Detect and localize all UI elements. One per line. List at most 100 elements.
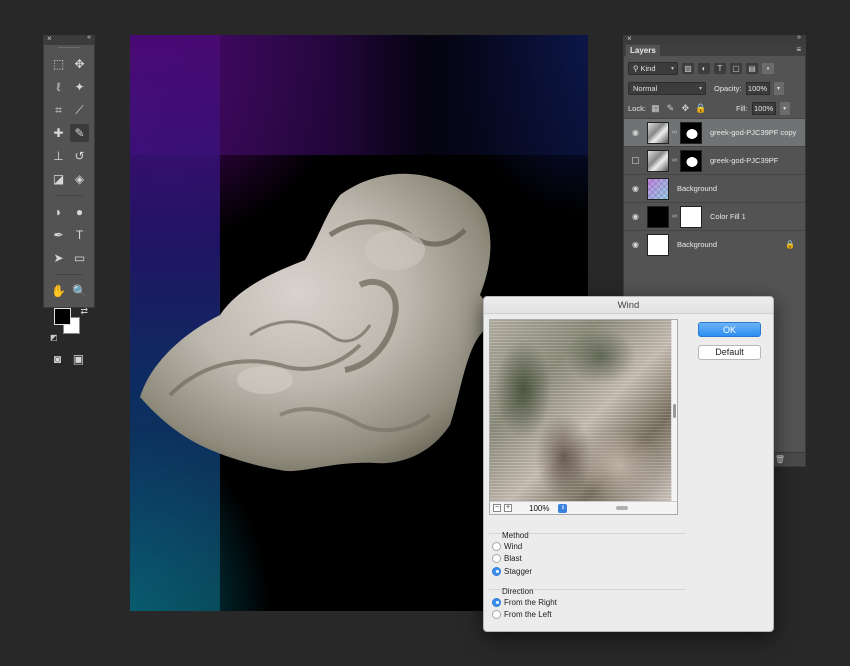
default-colors-icon[interactable]: ◩ <box>50 333 58 342</box>
move-tool-icon[interactable]: ✥ <box>70 55 89 73</box>
dodge-tool-icon[interactable]: ● <box>70 203 89 221</box>
lock-row: Lock: ▦ ✎ ✥ 🔒 Fill: 100% ▾ <box>624 98 805 118</box>
lock-all-icon[interactable]: 🔒 <box>695 103 706 114</box>
layer-name: greek-god-PJC39PF <box>710 156 779 165</box>
type-filter-icon[interactable]: T <box>714 62 726 74</box>
rectangle-tool-icon[interactable]: ▭ <box>70 249 89 267</box>
method-blast-radio[interactable]: Blast <box>489 553 686 566</box>
path-selection-tool-icon[interactable]: ➤ <box>49 249 68 267</box>
eye-icon[interactable]: ◉ <box>630 212 641 221</box>
blur-tool-icon[interactable]: ◗ <box>49 203 68 221</box>
screen-mode-icon[interactable]: ▣ <box>73 350 84 368</box>
swap-colors-icon[interactable]: ⇄ <box>80 306 88 317</box>
layer-row[interactable]: ∞ greek-god-PJC39PF <box>624 146 805 174</box>
history-brush-tool-icon[interactable]: ↺ <box>70 147 89 165</box>
lock-transparent-icon[interactable]: ▦ <box>650 103 661 114</box>
zoom-out-button[interactable]: − <box>493 504 501 512</box>
layer-row[interactable]: ◉ ∞ Color Fill 1 <box>624 202 805 230</box>
preview-vertical-scrollbar[interactable] <box>671 320 677 502</box>
tool-separator <box>55 195 83 196</box>
layer-thumbnail <box>647 121 669 144</box>
foreground-color-swatch[interactable] <box>54 308 71 325</box>
direction-left-radio[interactable]: From the Left <box>489 609 686 622</box>
filter-preview[interactable]: − + 100% ⇕ <box>489 319 678 515</box>
visibility-toggle[interactable] <box>632 157 639 164</box>
blend-row: Normal ▾ Opacity: 100% ▾ <box>624 78 805 98</box>
tools-panel-titlebar: × « <box>44 34 94 45</box>
tools-panel: × « ⬚ ✥ ℓ ✦ ⌗ ⟋ ✚ ✎ ⊥ ↺ ◪ ◈ ◗ ● ✒ T ➤ ▭ ✋ 🔍 ⇄ ◩ ◙ ▣ <box>43 34 95 366</box>
crop-tool-icon[interactable]: ⌗ <box>49 101 68 119</box>
lock-icon: 🔒 <box>785 240 795 249</box>
filter-toggle-icon[interactable]: • <box>762 62 774 74</box>
quick-mask-icon[interactable]: ◙ <box>54 350 61 368</box>
tool-separator <box>55 274 83 275</box>
tool-grid: ⬚ ✥ ℓ ✦ ⌗ ⟋ ✚ ✎ ⊥ ↺ ◪ ◈ ◗ ● ✒ T ➤ ▭ ✋ 🔍 <box>44 53 94 302</box>
healing-brush-tool-icon[interactable]: ✚ <box>49 124 68 142</box>
lock-position-icon[interactable]: ✥ <box>680 103 691 114</box>
fill-label: Fill: <box>735 103 748 113</box>
method-group: Method Wind Blast Stagger <box>489 531 686 578</box>
tab-layers[interactable]: Layers <box>626 45 660 56</box>
eyedropper-tool-icon[interactable]: ⟋ <box>70 101 89 119</box>
layer-row[interactable]: ◉ ∞ greek-god-PJC39PF copy <box>624 118 805 146</box>
layer-mask-thumbnail[interactable] <box>680 149 702 172</box>
brush-tool-icon[interactable]: ✎ <box>70 124 89 142</box>
scrollbar-thumb[interactable] <box>673 404 676 418</box>
paint-bucket-tool-icon[interactable]: ◈ <box>70 170 89 188</box>
radio-indicator <box>492 610 501 620</box>
horizontal-scroll-thumb[interactable] <box>616 506 628 510</box>
zoom-tool-icon[interactable]: 🔍 <box>70 282 89 300</box>
magic-wand-tool-icon[interactable]: ✦ <box>70 78 89 96</box>
opacity-dropdown-icon[interactable]: ▾ <box>773 81 784 95</box>
collapse-icon[interactable]: « <box>87 34 91 41</box>
hand-tool-icon[interactable]: ✋ <box>49 282 68 300</box>
eye-icon[interactable]: ◉ <box>630 128 641 137</box>
layer-row[interactable]: ◉ Background 🔒 <box>624 230 805 258</box>
eye-icon[interactable]: ◉ <box>630 184 641 193</box>
layer-name: greek-god-PJC39PF copy <box>710 128 797 137</box>
eraser-tool-icon[interactable]: ◪ <box>49 170 68 188</box>
layer-thumbnail <box>647 149 669 172</box>
direction-right-radio[interactable]: From the Right <box>489 596 686 609</box>
link-icon: ∞ <box>672 129 677 136</box>
layer-mask-thumbnail[interactable] <box>680 121 702 144</box>
marquee-tool-icon[interactable]: ⬚ <box>49 55 68 73</box>
layer-thumbnail <box>647 205 669 228</box>
ok-button[interactable]: OK <box>698 322 761 337</box>
opacity-input[interactable]: 100% <box>745 81 770 95</box>
close-icon[interactable]: × <box>47 34 52 43</box>
radio-indicator <box>492 554 501 564</box>
lock-pixels-icon[interactable]: ✎ <box>665 103 676 114</box>
type-tool-icon[interactable]: T <box>70 226 89 244</box>
layer-name: Color Fill 1 <box>710 212 746 221</box>
fill-input[interactable]: 100% <box>751 101 776 115</box>
layer-row[interactable]: ◉ Background <box>624 174 805 202</box>
pixel-filter-icon[interactable]: ▨ <box>682 62 694 74</box>
pen-tool-icon[interactable]: ✒ <box>49 226 68 244</box>
panel-menu-icon[interactable]: ≡ <box>796 45 801 54</box>
clone-stamp-tool-icon[interactable]: ⊥ <box>49 147 68 165</box>
lasso-tool-icon[interactable]: ℓ <box>49 78 68 96</box>
filter-kind-select[interactable]: ⚲ Kind ▾ <box>628 61 678 75</box>
preview-zoom-bar: − + 100% ⇕ <box>490 501 677 514</box>
shape-filter-icon[interactable]: ▢ <box>730 62 742 74</box>
eye-icon[interactable]: ◉ <box>630 240 641 249</box>
preview-image[interactable] <box>490 320 674 502</box>
zoom-stepper[interactable]: ⇕ <box>558 503 568 513</box>
close-icon[interactable]: × <box>627 34 632 43</box>
adjustment-filter-icon[interactable]: ◐ <box>698 62 710 74</box>
method-stagger-radio[interactable]: Stagger <box>489 565 686 578</box>
zoom-in-button[interactable]: + <box>504 504 512 512</box>
trash-icon[interactable]: 🗑 <box>775 455 785 464</box>
filter-kind-label: Kind <box>640 63 656 73</box>
layer-mask-thumbnail[interactable] <box>680 205 702 228</box>
smart-object-filter-icon[interactable]: ▤ <box>746 62 758 74</box>
fill-dropdown-icon[interactable]: ▾ <box>779 101 790 115</box>
layer-filter-row: ⚲ Kind ▾ ▨ ◐ T ▢ ▤ • <box>624 58 805 78</box>
collapse-icon[interactable]: » <box>797 34 801 41</box>
method-wind-radio[interactable]: Wind <box>489 540 686 553</box>
radio-label: Blast <box>504 554 522 564</box>
blend-mode-select[interactable]: Normal ▾ <box>628 81 706 95</box>
default-button[interactable]: Default <box>698 345 761 360</box>
radio-label: From the Right <box>504 597 557 607</box>
